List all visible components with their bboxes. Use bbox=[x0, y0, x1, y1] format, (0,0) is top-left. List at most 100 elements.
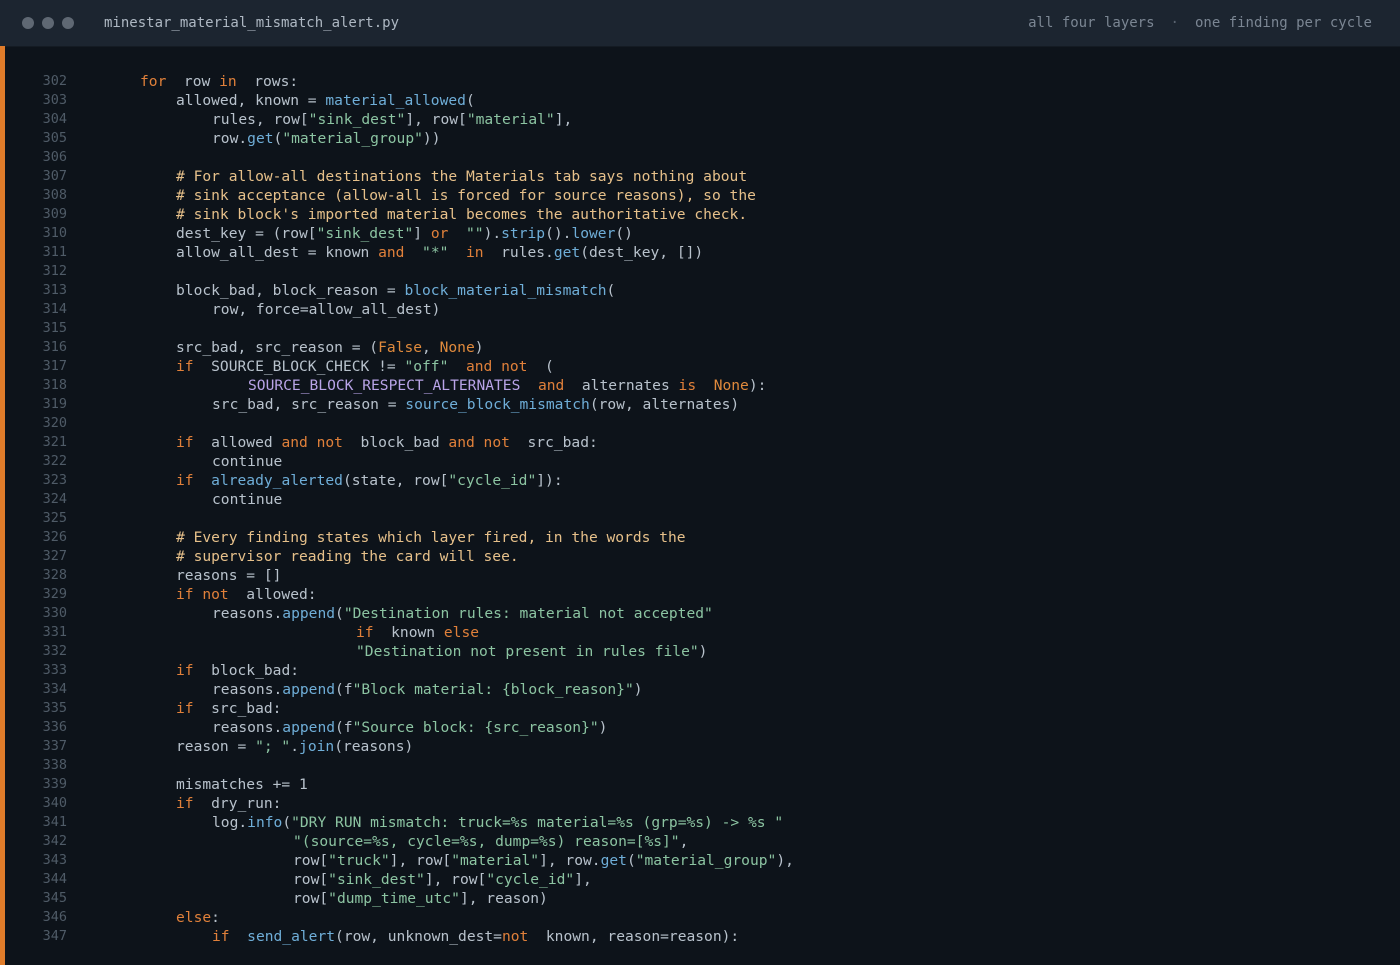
code-token: ) bbox=[698, 643, 708, 660]
code-token: in bbox=[465, 244, 484, 261]
code-token: send_alert bbox=[247, 928, 336, 945]
code-line[interactable]: 332 "Destination not present in rules fil… bbox=[0, 642, 1400, 661]
line-number: 338 bbox=[42, 757, 67, 773]
code-line[interactable]: 333 if block_bad: bbox=[0, 661, 1400, 680]
line-number: 323 bbox=[42, 472, 67, 488]
code-token: "Destination not present in rules file" bbox=[356, 643, 699, 660]
code-token: reasons. bbox=[212, 605, 283, 622]
code-line[interactable]: 347 if send_alert(row, unknown_dest=not k… bbox=[0, 927, 1400, 946]
line-number: 318 bbox=[42, 377, 67, 393]
code-token: () bbox=[615, 225, 633, 242]
code-line[interactable]: 323 if already_alerted(state, row["cycle_… bbox=[0, 471, 1400, 490]
code-token: append bbox=[282, 681, 336, 698]
line-number: 306 bbox=[42, 149, 67, 165]
code-line[interactable]: 328 reasons = [] bbox=[0, 566, 1400, 585]
code-line[interactable]: 325 bbox=[0, 509, 1400, 528]
code-line[interactable]: 341 log.info("DRY RUN mismatch: truck=%s … bbox=[0, 813, 1400, 832]
code-token: (dest_key, []) bbox=[580, 244, 704, 261]
code-token: and not bbox=[448, 434, 510, 451]
code-line[interactable]: 321 if allowed and not block_bad and not … bbox=[0, 433, 1400, 452]
code-line[interactable]: 302 for row in rows: bbox=[0, 72, 1400, 91]
code-editor[interactable]: 302 for row in rows: 303 allowed, known = m… bbox=[0, 72, 1400, 946]
code-text: # For allow-all destinations the Materia… bbox=[176, 167, 747, 186]
code-token: if not bbox=[176, 586, 229, 603]
line-number: 320 bbox=[42, 415, 67, 431]
code-token: reasons. bbox=[212, 681, 283, 698]
code-line[interactable]: 317 if SOURCE_BLOCK_CHECK != "off" and no… bbox=[0, 357, 1400, 376]
code-line[interactable]: 336 reasons.append(f"Source block: {src_r… bbox=[0, 718, 1400, 737]
line-number: 332 bbox=[42, 643, 67, 659]
code-token: reasons = [] bbox=[176, 567, 282, 584]
code-line[interactable]: 330 reasons.append("Destination rules: ma… bbox=[0, 604, 1400, 623]
line-number: 328 bbox=[42, 567, 67, 583]
maximize-window-dot[interactable] bbox=[62, 17, 74, 29]
code-text: reasons = [] bbox=[176, 566, 281, 585]
code-token: allowed: bbox=[228, 586, 317, 603]
code-token: if bbox=[176, 795, 194, 812]
code-line[interactable]: 303 allowed, known = material_allowed( bbox=[0, 91, 1400, 110]
code-line[interactable]: 312 bbox=[0, 262, 1400, 281]
code-line[interactable]: 334 reasons.append(f"Block material: {blo… bbox=[0, 680, 1400, 699]
code-token: else bbox=[176, 909, 212, 926]
line-number: 312 bbox=[42, 263, 67, 279]
code-line[interactable]: 319 src_bad, src_reason = source_block_mi… bbox=[0, 395, 1400, 414]
code-line[interactable]: 346 else: bbox=[0, 908, 1400, 927]
code-line[interactable]: 337 reason = "; ".join(reasons) bbox=[0, 737, 1400, 756]
code-token: strip bbox=[501, 225, 546, 242]
code-line[interactable]: 305 row.get("material_group")) bbox=[0, 129, 1400, 148]
code-line[interactable]: 311 allow_all_dest = known and "*" in rul… bbox=[0, 243, 1400, 262]
code-token: "Block material: {block_reason}" bbox=[352, 681, 634, 698]
line-number: 307 bbox=[42, 168, 67, 184]
code-token: # sink block's imported material becomes… bbox=[176, 206, 748, 223]
code-token: "material_group" bbox=[635, 852, 777, 869]
code-line[interactable]: 339 mismatches += 1 bbox=[0, 775, 1400, 794]
line-number: 340 bbox=[42, 795, 67, 811]
code-line[interactable]: 327 # supervisor reading the card will se… bbox=[0, 547, 1400, 566]
code-line[interactable]: 335 if src_bad: bbox=[0, 699, 1400, 718]
code-line[interactable]: 324 continue bbox=[0, 490, 1400, 509]
line-number: 325 bbox=[42, 510, 67, 526]
code-line[interactable]: 308 # sink acceptance (allow-all is force… bbox=[0, 186, 1400, 205]
code-line[interactable]: 304 rules, row["sink_dest"], row["materia… bbox=[0, 110, 1400, 129]
code-line[interactable]: 310 dest_key = (row["sink_dest"] or "").s… bbox=[0, 224, 1400, 243]
code-text: SOURCE_BLOCK_RESPECT_ALTERNATES and alte… bbox=[248, 376, 766, 395]
line-number: 311 bbox=[42, 244, 67, 260]
code-token: "cycle_id" bbox=[448, 472, 537, 489]
code-line[interactable]: 342 "(source=%s, cycle=%s, dump=%s) reaso… bbox=[0, 832, 1400, 851]
code-line[interactable]: 329 if not allowed: bbox=[0, 585, 1400, 604]
code-line[interactable]: 331 if known else bbox=[0, 623, 1400, 642]
code-line[interactable]: 315 bbox=[0, 319, 1400, 338]
code-line[interactable]: 316 src_bad, src_reason = (False, None) bbox=[0, 338, 1400, 357]
code-line[interactable]: 322 continue bbox=[0, 452, 1400, 471]
code-text: reason = "; ".join(reasons) bbox=[176, 737, 413, 756]
line-number: 333 bbox=[42, 662, 67, 678]
code-line[interactable]: 343 row["truck"], row["material"], row.ge… bbox=[0, 851, 1400, 870]
code-line[interactable]: 340 if dry_run: bbox=[0, 794, 1400, 813]
code-line[interactable]: 320 bbox=[0, 414, 1400, 433]
code-token: append bbox=[282, 719, 336, 736]
code-line[interactable]: 344 row["sink_dest"], row["cycle_id"], bbox=[0, 870, 1400, 889]
code-line[interactable]: 314 row, force=allow_all_dest) bbox=[0, 300, 1400, 319]
line-number: 308 bbox=[42, 187, 67, 203]
code-token: dry_run: bbox=[193, 795, 282, 812]
line-number: 346 bbox=[42, 909, 67, 925]
code-text: # sink acceptance (allow-all is forced f… bbox=[176, 186, 756, 205]
close-window-dot[interactable] bbox=[22, 17, 34, 29]
line-number: 310 bbox=[42, 225, 67, 241]
code-token: src_bad, src_reason = bbox=[212, 396, 406, 413]
code-text: mismatches += 1 bbox=[176, 775, 308, 794]
code-line[interactable]: 338 bbox=[0, 756, 1400, 775]
code-line[interactable]: 326 # Every finding states which layer fi… bbox=[0, 528, 1400, 547]
code-token: "DRY RUN mismatch: truck=%s material=%s … bbox=[291, 814, 784, 831]
code-line[interactable]: 307 # For allow-all destinations the Mate… bbox=[0, 167, 1400, 186]
code-line[interactable]: 313 block_bad, block_reason = block_mater… bbox=[0, 281, 1400, 300]
code-text: "(source=%s, cycle=%s, dump=%s) reason=[… bbox=[293, 832, 688, 851]
code-line[interactable]: 318 SOURCE_BLOCK_RESPECT_ALTERNATES and a… bbox=[0, 376, 1400, 395]
code-token: ( bbox=[273, 130, 283, 147]
code-line[interactable]: 309 # sink block's imported material beco… bbox=[0, 205, 1400, 224]
code-line[interactable]: 345 row["dump_time_utc"], reason) bbox=[0, 889, 1400, 908]
code-token: if bbox=[176, 662, 194, 679]
code-line[interactable]: 306 bbox=[0, 148, 1400, 167]
minimize-window-dot[interactable] bbox=[42, 17, 54, 29]
